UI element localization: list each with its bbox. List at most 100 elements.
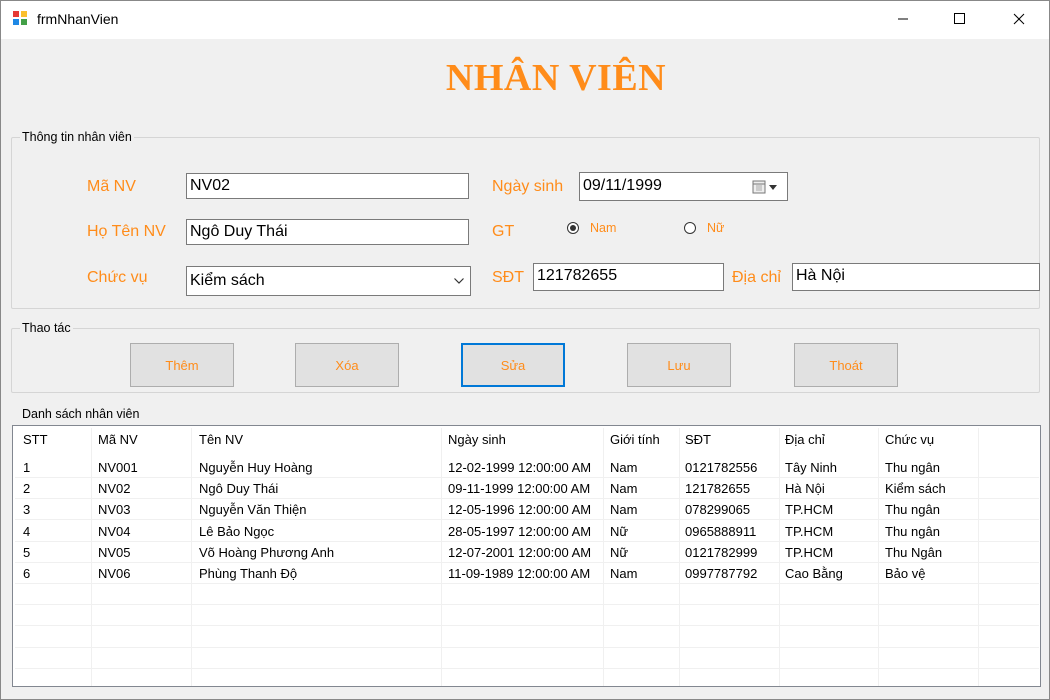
- sua-button[interactable]: Sửa: [461, 343, 565, 387]
- maximize-icon: [954, 13, 965, 24]
- table-cell: Thu ngân: [885, 523, 940, 539]
- table-cell: Cao Bằng: [785, 566, 843, 581]
- row-gridline: [15, 667, 1039, 669]
- calendar-dropdown-icon[interactable]: [752, 180, 780, 194]
- ngay-sinh-value: 09/11/1999: [583, 177, 662, 194]
- xoa-button[interactable]: Xóa: [295, 343, 399, 387]
- luu-button[interactable]: Lưu: [627, 343, 731, 387]
- table-cell: NV04: [98, 523, 131, 539]
- table-cell: NV06: [98, 566, 131, 581]
- table-cell: Kiểm sách: [885, 481, 946, 497]
- table-cell: 6: [23, 566, 31, 581]
- table-cell: TP.HCM: [785, 502, 834, 518]
- info-group-label: Thông tin nhân viên: [20, 130, 134, 144]
- table-cell: Thu ngân: [885, 502, 940, 518]
- table-row[interactable]: 6 NV06 Phùng Thanh Độ 11-09-1989 12:00:00 A…: [13, 566, 1038, 584]
- table-cell: Ngô Duy Thái: [199, 481, 279, 497]
- table-cell: 0965888911: [685, 523, 757, 539]
- table-cell: 121782655: [685, 481, 751, 497]
- table-cell: 5: [23, 544, 31, 560]
- column-header[interactable]: Địa chỉ: [785, 432, 825, 447]
- gt-radio-nam[interactable]: Nam: [567, 221, 647, 239]
- minimize-icon: [898, 18, 908, 20]
- ho-ten-label: Họ Tên NV: [87, 223, 166, 240]
- table-row[interactable]: 1 NV001 Nguyễn Huy Hoàng 12-02-1999 12:00:0…: [13, 460, 1038, 478]
- table-cell: NV02: [98, 481, 131, 497]
- table-cell: 0997787792: [685, 566, 758, 581]
- table-row[interactable]: 4 NV04 Lê Bảo Ngọc 28-05-1997 12:00:00 AM Nữ…: [13, 524, 1038, 542]
- dia-chi-input[interactable]: Hà Nội: [792, 263, 1040, 291]
- them-button[interactable]: Thêm: [130, 343, 234, 387]
- column-header[interactable]: Mã NV: [98, 432, 138, 447]
- table-cell: Bảo vệ: [885, 566, 926, 581]
- sdt-label: SĐT: [492, 269, 524, 286]
- table-cell: Hà Nội: [785, 481, 825, 497]
- table-cell: Phùng Thanh Độ: [199, 566, 298, 581]
- chuc-vu-combobox[interactable]: Kiểm sách: [186, 266, 471, 296]
- column-header[interactable]: SĐT: [685, 432, 711, 447]
- table-row[interactable]: 2 NV02 Ngô Duy Thái 09-11-1999 12:00:00 AM N…: [13, 481, 1038, 499]
- close-button[interactable]: [996, 0, 1042, 38]
- table-cell: NV001: [98, 460, 138, 475]
- employee-listview[interactable]: STT Mã NV Tên NV Ngày sinh Giới tính SĐT Địa c…: [12, 425, 1041, 687]
- table-cell: 3: [23, 502, 31, 518]
- list-group-label: Danh sách nhân viên: [20, 407, 142, 421]
- ma-nv-label: Mã NV: [87, 178, 136, 195]
- table-cell: Tây Ninh: [785, 460, 838, 475]
- table-cell: Nam: [610, 566, 638, 581]
- window-title: frmNhanVien: [37, 11, 119, 27]
- table-row[interactable]: 5 NV05 Võ Hoàng Phương Anh 12-07-2001 12:00…: [13, 545, 1038, 563]
- gt-nu-label: Nữ: [707, 221, 725, 235]
- table-cell: 09-11-1999 12:00:00 AM: [448, 481, 591, 497]
- row-gridline: [15, 625, 1039, 627]
- ngay-sinh-datepicker[interactable]: 09/11/1999: [579, 172, 788, 201]
- table-cell: Nam: [610, 460, 638, 475]
- table-cell: Nguyễn Văn Thiện: [199, 502, 307, 518]
- table-cell: TP.HCM: [785, 544, 834, 560]
- table-cell: Nguyễn Huy Hoàng: [199, 460, 313, 475]
- table-cell: Lê Bảo Ngọc: [199, 523, 275, 539]
- column-header[interactable]: Giới tính: [610, 432, 660, 447]
- column-header[interactable]: Chức vụ: [885, 432, 934, 447]
- column-header[interactable]: STT: [23, 432, 48, 447]
- table-cell: Thu ngân: [885, 460, 940, 475]
- chuc-vu-label: Chức vụ: [87, 269, 148, 286]
- actions-group-label: Thao tác: [20, 321, 73, 335]
- close-icon: [1013, 13, 1025, 25]
- ma-nv-input[interactable]: NV02: [186, 173, 469, 199]
- table-cell: Võ Hoàng Phương Anh: [199, 544, 335, 560]
- table-cell: NV05: [98, 544, 131, 560]
- row-gridline: [15, 604, 1039, 606]
- table-cell: 0121782556: [685, 460, 758, 475]
- table-cell: 12-07-2001 12:00:00 AM: [448, 544, 592, 560]
- gt-label: GT: [492, 223, 515, 240]
- table-cell: 1: [23, 460, 31, 475]
- thoat-button[interactable]: Thoát: [794, 343, 898, 387]
- table-cell: Nữ: [610, 544, 629, 560]
- table-cell: Nam: [610, 481, 638, 497]
- column-header[interactable]: Ngày sinh: [448, 432, 506, 447]
- table-cell: 12-02-1999 12:00:00 AM: [448, 460, 592, 475]
- app-icon: [13, 11, 27, 25]
- chuc-vu-value: Kiểm sách: [190, 272, 265, 289]
- ho-ten-input[interactable]: Ngô Duy Thái: [186, 219, 469, 245]
- table-cell: 0121782999: [685, 544, 758, 560]
- chevron-down-icon: [454, 278, 464, 284]
- gt-nam-label: Nam: [590, 221, 617, 235]
- table-cell: Nữ: [610, 523, 629, 539]
- gt-radio-nu[interactable]: Nữ: [684, 221, 764, 239]
- dia-chi-label: Địa chỉ: [732, 269, 781, 286]
- table-cell: TP.HCM: [785, 523, 834, 539]
- row-gridline: [15, 646, 1039, 648]
- table-cell: NV03: [98, 502, 131, 518]
- column-header[interactable]: Tên NV: [199, 432, 243, 447]
- table-cell: 11-09-1989 12:00:00 AM: [448, 566, 591, 581]
- minimize-button[interactable]: [880, 0, 926, 38]
- table-cell: 078299065: [685, 502, 751, 518]
- table-cell: 12-05-1996 12:00:00 AM: [448, 502, 592, 518]
- table-cell: 28-05-1997 12:00:00 AM: [448, 523, 592, 539]
- table-row[interactable]: 3 NV03 Nguyễn Văn Thiện 12-05-1996 12:00:00…: [13, 502, 1038, 520]
- maximize-button[interactable]: [937, 0, 983, 38]
- sdt-input[interactable]: 121782655: [533, 263, 724, 291]
- radio-selected-icon: [567, 222, 579, 234]
